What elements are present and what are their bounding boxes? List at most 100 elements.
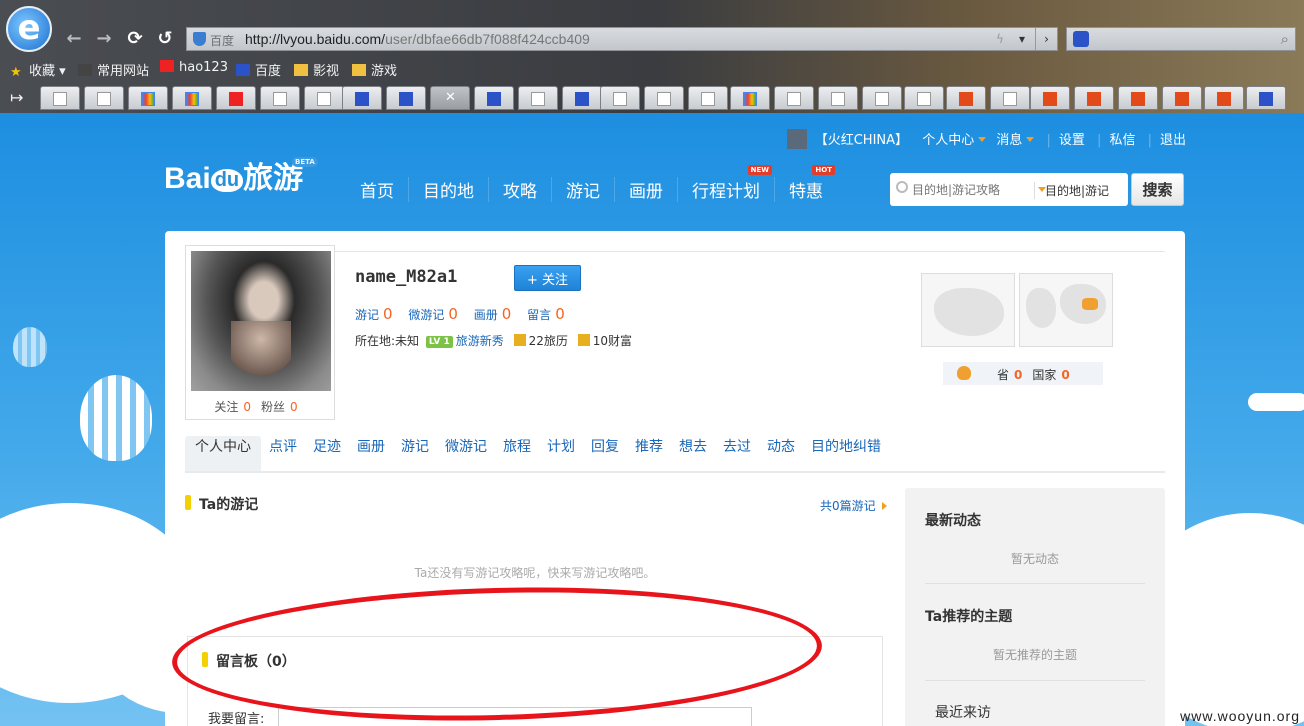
settings-link[interactable]: 设置 [1059, 133, 1085, 148]
browser-tab[interactable] [304, 86, 344, 110]
search-icon[interactable]: ⌕ [1281, 30, 1289, 48]
fav-movies[interactable]: 影视 [294, 60, 339, 79]
follow-button[interactable]: + 关注 [514, 265, 581, 291]
browser-tab[interactable] [260, 86, 300, 110]
nav-albums[interactable]: 画册 [615, 177, 678, 202]
browser-tab[interactable] [904, 86, 944, 110]
following-label[interactable]: 关注 [214, 400, 238, 414]
browser-tab[interactable] [386, 86, 426, 110]
nav-deals[interactable]: 特惠 HOT [775, 165, 837, 202]
browser-tab[interactable] [644, 86, 684, 110]
avatar[interactable] [191, 251, 331, 391]
lightning-icon[interactable]: ϟ [989, 28, 1011, 50]
address-url[interactable]: http://lvyou.baidu.com/user/dbfae66db7f0… [245, 31, 590, 47]
message-link[interactable]: 消息 [996, 133, 1022, 148]
browser-tab[interactable] [84, 86, 124, 110]
tab-want-to-go[interactable]: 想去 [671, 436, 715, 471]
address-bar[interactable]: 百度 http://lvyou.baidu.com/user/dbfae66db… [186, 27, 1058, 51]
search-input[interactable] [912, 179, 1042, 201]
tab-activity[interactable]: 动态 [759, 436, 803, 471]
browser-tab-active[interactable]: ✕ [430, 86, 470, 110]
browser-tab[interactable] [216, 86, 256, 110]
undo-icon[interactable]: ↺ [155, 29, 175, 49]
travelnotes-count-link[interactable]: 共0篇游记 [820, 497, 887, 514]
fav-baidu[interactable]: 百度 [236, 60, 281, 79]
browser-tab[interactable] [1074, 86, 1114, 110]
latest-activity-empty: 暂无动态 [1010, 552, 1059, 566]
nav-home[interactable]: 首页 [346, 177, 409, 202]
page-icon [613, 92, 627, 106]
tab-reviews[interactable]: 点评 [261, 436, 305, 471]
browser-tab[interactable] [342, 86, 382, 110]
go-icon[interactable]: › [1035, 28, 1057, 50]
tab-recommend[interactable]: 推荐 [627, 436, 671, 471]
logout-link[interactable]: 退出 [1160, 133, 1186, 148]
tab-trips[interactable]: 旅程 [495, 436, 539, 471]
browser-search-box[interactable]: ⌕ [1066, 27, 1296, 51]
chevron-down-icon[interactable] [978, 137, 987, 142]
nickname-link[interactable]: 【火红CHINA】 [815, 133, 908, 148]
tab-destination-correction[interactable]: 目的地纠错 [803, 436, 889, 471]
browser-tab[interactable] [862, 86, 902, 110]
fav-hao123[interactable]: hao123 [160, 60, 228, 75]
refresh-icon[interactable]: ⟳ [125, 29, 145, 49]
tab-albums[interactable]: 画册 [349, 436, 393, 471]
world-map[interactable] [1019, 273, 1113, 347]
browser-tab[interactable] [946, 86, 986, 110]
baidu-paw-icon [399, 92, 413, 106]
search-scope-select[interactable]: 目的地|游记 [1034, 182, 1109, 199]
browser-tab[interactable] [600, 86, 640, 110]
stat-albums[interactable]: 画册 0 [474, 305, 512, 323]
browser-tab[interactable] [730, 86, 770, 110]
browser-tab[interactable] [518, 86, 558, 110]
tab-been-to[interactable]: 去过 [715, 436, 759, 471]
tab-replies[interactable]: 回复 [583, 436, 627, 471]
browser-tab[interactable] [562, 86, 602, 110]
chevron-down-icon[interactable] [1026, 137, 1035, 142]
nav-destination[interactable]: 目的地 [409, 177, 489, 202]
stat-microtravelnotes[interactable]: 微游记 0 [408, 305, 458, 323]
user-title[interactable]: 旅游新秀 [456, 334, 504, 348]
browser-tab[interactable] [818, 86, 858, 110]
tab-travelnotes[interactable]: 游记 [393, 436, 437, 471]
browser-tab[interactable] [774, 86, 814, 110]
browser-tab[interactable] [1162, 86, 1202, 110]
private-message-link[interactable]: 私信 [1109, 133, 1135, 148]
browser-tab[interactable] [172, 86, 212, 110]
browser-tab[interactable] [1118, 86, 1158, 110]
dropdown-icon[interactable]: ▾ [1011, 28, 1033, 50]
browser-tab[interactable] [990, 86, 1030, 110]
browser-tab[interactable] [1204, 86, 1244, 110]
browser-tab[interactable] [40, 86, 80, 110]
personal-center-link[interactable]: 个人中心 [922, 133, 974, 148]
page-icon [701, 92, 715, 106]
china-map[interactable] [921, 273, 1015, 347]
search-button[interactable]: 搜索 [1131, 173, 1184, 206]
following-count[interactable]: 0 [243, 400, 251, 414]
baidu-lvyou-logo[interactable]: Bai du 旅游 BETA [164, 153, 318, 197]
browser-tab[interactable] [1246, 86, 1286, 110]
browser-tab[interactable] [688, 86, 728, 110]
tab-footprints[interactable]: 足迹 [305, 436, 349, 471]
browser-logo-icon[interactable]: e [6, 6, 52, 52]
tab-list-icon[interactable]: ↦ [10, 88, 23, 107]
fans-label[interactable]: 粉丝 [261, 400, 285, 414]
tab-microtravelnotes[interactable]: 微游记 [437, 436, 495, 471]
forward-icon[interactable]: → [94, 29, 114, 49]
tab-plans[interactable]: 计划 [539, 436, 583, 471]
fans-count[interactable]: 0 [290, 400, 298, 414]
tab-personal-center[interactable]: 个人中心 [185, 436, 261, 471]
fav-common[interactable]: 常用网站 [78, 60, 149, 79]
browser-tab[interactable] [128, 86, 168, 110]
nav-travelnotes[interactable]: 游记 [552, 177, 615, 202]
mini-avatar[interactable] [786, 129, 807, 149]
fav-games[interactable]: 游戏 [352, 60, 397, 79]
stat-messages[interactable]: 留言 0 [527, 305, 565, 323]
fav-collect[interactable]: ★ 收藏 ▾ [10, 60, 66, 80]
back-icon[interactable]: ← [64, 29, 84, 49]
browser-tab[interactable] [474, 86, 514, 110]
browser-tab[interactable] [1030, 86, 1070, 110]
nav-guides[interactable]: 攻略 [489, 177, 552, 202]
nav-trip-plan[interactable]: 行程计划 NEW [678, 165, 775, 202]
stat-travelnotes[interactable]: 游记 0 [355, 305, 393, 323]
